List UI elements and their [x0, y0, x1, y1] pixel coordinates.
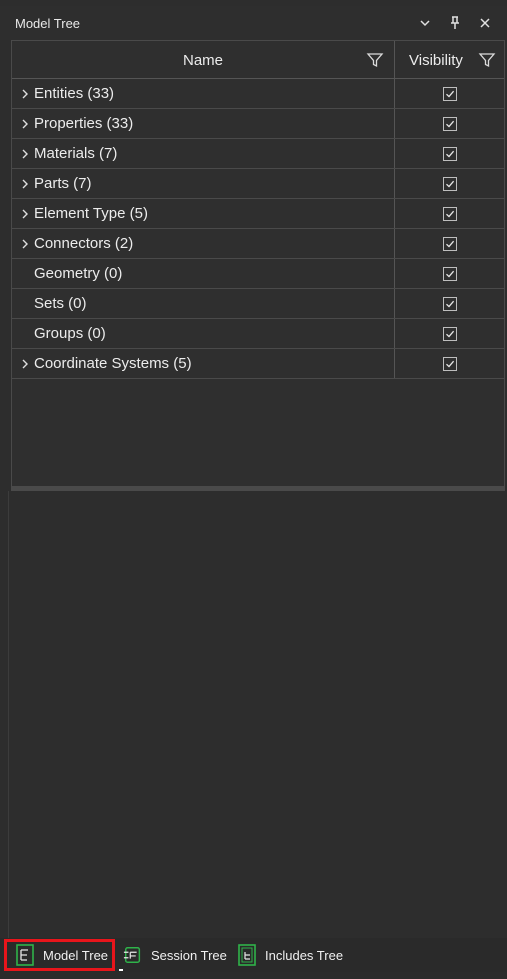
dropdown-chevron-icon[interactable]: [415, 13, 435, 33]
visibility-checkbox[interactable]: [442, 236, 457, 251]
details-area: [8, 491, 505, 938]
visibility-checkbox[interactable]: [442, 116, 457, 131]
visibility-checkbox[interactable]: [442, 266, 457, 281]
visibility-checkbox[interactable]: [442, 86, 457, 101]
tree-row[interactable]: Properties (33): [12, 109, 504, 139]
tree-row-name-cell[interactable]: Properties (33): [12, 109, 395, 138]
tree-row-name-cell[interactable]: Materials (7): [12, 139, 395, 168]
session-tree-icon: [123, 944, 143, 966]
visibility-checkbox[interactable]: [442, 206, 457, 221]
tree-tabbar: Model Tree Session Tree Includes Tree: [0, 938, 507, 972]
tree-row-label: Sets (0): [34, 295, 87, 312]
chevron-right-icon[interactable]: [16, 148, 34, 160]
tree-row-name-cell[interactable]: Connectors (2): [12, 229, 395, 258]
tab-label: Includes Tree: [265, 947, 344, 963]
chevron-right-icon[interactable]: [16, 208, 34, 220]
visibility-checkbox[interactable]: [442, 356, 457, 371]
tree-row-name-cell[interactable]: Element Type (5): [12, 199, 395, 228]
tree-row[interactable]: Connectors (2): [12, 229, 504, 259]
visibility-checkbox[interactable]: [442, 176, 457, 191]
tab-session-tree[interactable]: Session Tree: [123, 939, 233, 971]
chevron-right-icon[interactable]: [16, 238, 34, 250]
tree-rows: Entities (33) Properties (33) Materials (7…: [12, 79, 504, 379]
tree-row-visibility-cell: [395, 199, 504, 228]
tree-row-label: Parts (7): [34, 175, 92, 192]
name-filter-icon[interactable]: [366, 51, 384, 69]
tree-row-visibility-cell: [395, 319, 504, 348]
tree-row-label: Geometry (0): [34, 265, 123, 282]
tab-label: Session Tree: [151, 947, 227, 963]
panel-controls: [415, 6, 495, 40]
visibility-column-label: Visibility: [409, 51, 463, 69]
tree-row-name-cell[interactable]: Entities (33): [12, 79, 395, 108]
tree-row-label: Connectors (2): [34, 235, 134, 252]
tree-row-visibility-cell: [395, 229, 504, 258]
tree-row-name-cell[interactable]: Groups (0): [12, 319, 395, 348]
tree-row[interactable]: Materials (7): [12, 139, 504, 169]
tree-row-visibility-cell: [395, 349, 504, 378]
tree-row[interactable]: Entities (33): [12, 79, 504, 109]
tree-row[interactable]: Coordinate Systems (5): [12, 349, 504, 379]
grid-empty-area: [12, 379, 504, 487]
tab-model-tree[interactable]: Model Tree: [4, 939, 123, 971]
tab-includes-tree[interactable]: Includes Tree: [237, 939, 357, 971]
chevron-right-icon[interactable]: [16, 88, 34, 100]
tree-row-label: Groups (0): [34, 325, 106, 342]
tree-row-visibility-cell: [395, 259, 504, 288]
pin-icon[interactable]: [445, 13, 465, 33]
model-tree-window: Model Tree Name Visibility Entities (33)…: [0, 0, 507, 979]
tree-row-visibility-cell: [395, 169, 504, 198]
chevron-right-icon[interactable]: [16, 358, 34, 370]
tree-row[interactable]: Sets (0): [12, 289, 504, 319]
panel-titlebar: Model Tree: [0, 6, 507, 40]
name-column-header[interactable]: Name: [12, 41, 395, 79]
tree-row-name-cell[interactable]: Parts (7): [12, 169, 395, 198]
visibility-filter-icon[interactable]: [478, 51, 496, 69]
visibility-checkbox[interactable]: [442, 146, 457, 161]
tree-row[interactable]: Element Type (5): [12, 199, 504, 229]
tree-grid: Name Visibility Entities (33) Properties …: [11, 40, 505, 488]
includes-tree-icon: [237, 944, 257, 966]
visibility-column-header[interactable]: Visibility: [395, 41, 504, 79]
tab-label: Model Tree: [43, 947, 109, 963]
tree-row[interactable]: Geometry (0): [12, 259, 504, 289]
tree-row-label: Coordinate Systems (5): [34, 355, 192, 372]
name-column-label: Name: [182, 51, 223, 69]
tree-row-visibility-cell: [395, 139, 504, 168]
chevron-right-icon[interactable]: [16, 178, 34, 190]
tree-row-visibility-cell: [395, 289, 504, 318]
tree-row[interactable]: Groups (0): [12, 319, 504, 349]
tree-row-label: Entities (33): [34, 85, 115, 102]
tree-row-visibility-cell: [395, 109, 504, 138]
tree-row-label: Properties (33): [34, 115, 134, 132]
tree-row-label: Element Type (5): [34, 205, 148, 222]
model-tree-icon: [15, 944, 35, 966]
close-icon[interactable]: [475, 13, 495, 33]
panel-title: Model Tree: [15, 15, 81, 31]
tree-row-name-cell[interactable]: Coordinate Systems (5): [12, 349, 395, 378]
tree-row-name-cell[interactable]: Geometry (0): [12, 259, 395, 288]
visibility-checkbox[interactable]: [442, 296, 457, 311]
visibility-checkbox[interactable]: [442, 326, 457, 341]
tree-row-label: Materials (7): [34, 145, 118, 162]
tree-row-name-cell[interactable]: Sets (0): [12, 289, 395, 318]
tree-row-visibility-cell: [395, 79, 504, 108]
tree-row[interactable]: Parts (7): [12, 169, 504, 199]
bottom-strip: [0, 972, 507, 979]
chevron-right-icon[interactable]: [16, 118, 34, 130]
grid-header: Name Visibility: [12, 41, 504, 79]
